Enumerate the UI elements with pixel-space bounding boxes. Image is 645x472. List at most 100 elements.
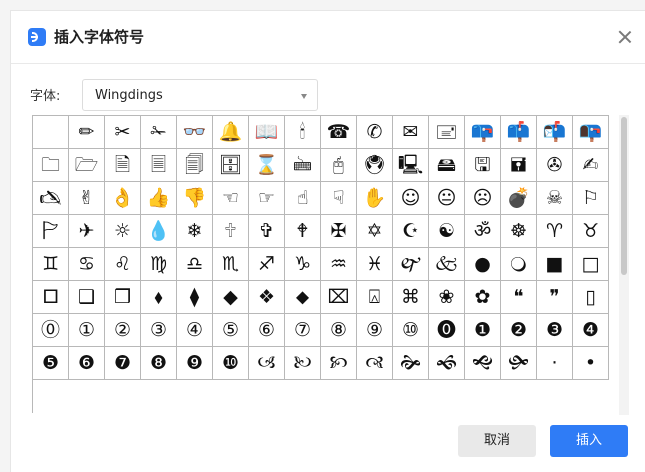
symbol-cell[interactable]: ⑧ xyxy=(321,314,357,347)
symbol-cell[interactable]: ❾ xyxy=(177,347,213,380)
symbol-cell[interactable]: ♎ xyxy=(177,248,213,281)
symbol-cell[interactable]: ♓ xyxy=(357,248,393,281)
symbol-cell[interactable]: ⑨ xyxy=(357,314,393,347)
symbol-cell[interactable]: □ xyxy=(573,248,609,281)
symbol-cell[interactable]: 🙣 xyxy=(357,347,393,380)
symbol-cell[interactable]: ✋ xyxy=(357,182,393,215)
symbol-cell[interactable]: ♉ xyxy=(573,215,609,248)
symbol-cell[interactable]: ✉ xyxy=(393,116,429,149)
symbol-cell[interactable]: ✍ xyxy=(573,149,609,182)
close-icon[interactable] xyxy=(615,27,635,47)
symbol-cell[interactable]: 🖎 xyxy=(33,182,69,215)
symbol-cell[interactable]: ♌ xyxy=(105,248,141,281)
symbol-cell[interactable]: ♋ xyxy=(69,248,105,281)
symbol-cell[interactable]: ☝ xyxy=(285,182,321,215)
symbol-cell[interactable]: ◆ xyxy=(213,281,249,314)
symbol-cell[interactable]: ☹ xyxy=(465,182,501,215)
symbol-cell[interactable]: 🏱 xyxy=(33,215,69,248)
symbol-cell[interactable]: 🙵 xyxy=(429,248,465,281)
symbol-cell[interactable]: ✇ xyxy=(537,149,573,182)
symbol-cell[interactable]: ⌛ xyxy=(249,149,285,182)
symbol-cell[interactable]: ② xyxy=(105,314,141,347)
symbol-cell[interactable]: 🕯 xyxy=(285,116,321,149)
symbol-cell[interactable]: ⑦ xyxy=(285,314,321,347)
symbol-cell[interactable]: ❽ xyxy=(141,347,177,380)
symbol-cell[interactable]: ❻ xyxy=(69,347,105,380)
symbol-cell[interactable]: 🖳 xyxy=(393,149,429,182)
symbol-cell[interactable]: ✿ xyxy=(465,281,501,314)
symbol-cell[interactable] xyxy=(33,116,69,149)
symbol-cell[interactable]: 🕆 xyxy=(213,215,249,248)
symbol-cell[interactable]: ♈ xyxy=(537,215,573,248)
symbol-cell[interactable]: 🙜 xyxy=(429,347,465,380)
symbol-cell[interactable]: 🙢 xyxy=(249,347,285,380)
symbol-cell[interactable]: 🖬 xyxy=(501,149,537,182)
symbol-cell[interactable]: ☠ xyxy=(537,182,573,215)
symbol-cell[interactable]: 📖 xyxy=(249,116,285,149)
symbol-cell[interactable]: 🗐 xyxy=(177,149,213,182)
symbol-cell[interactable]: ☼ xyxy=(105,215,141,248)
symbol-cell[interactable]: 🔾 xyxy=(501,248,537,281)
symbol-cell[interactable]: 🕈 xyxy=(285,215,321,248)
cancel-button[interactable]: 取消 xyxy=(458,425,536,457)
symbol-cell[interactable]: ⓿ xyxy=(429,314,465,347)
symbol-cell[interactable]: 🙡 xyxy=(321,347,357,380)
symbol-cell[interactable]: ☺ xyxy=(393,182,429,215)
symbol-cell[interactable]: 🗎 xyxy=(105,149,141,182)
symbol-cell[interactable]: ⑥ xyxy=(249,314,285,347)
symbol-cell[interactable]: ♒ xyxy=(321,248,357,281)
symbol-cell[interactable]: ❿ xyxy=(213,347,249,380)
symbol-cell[interactable]: ♑ xyxy=(285,248,321,281)
symbol-cell[interactable]: ☜ xyxy=(213,182,249,215)
symbol-cell[interactable]: 🖫 xyxy=(465,149,501,182)
symbol-cell[interactable]: ❝ xyxy=(501,281,537,314)
symbol-cell[interactable]: 🖴 xyxy=(429,149,465,182)
symbol-cell[interactable]: ❑ xyxy=(69,281,105,314)
symbol-cell[interactable]: ☯ xyxy=(429,215,465,248)
symbol-cell[interactable]: ☪ xyxy=(393,215,429,248)
symbol-cell[interactable]: 💧 xyxy=(141,215,177,248)
symbol-cell[interactable]: 📫 xyxy=(501,116,537,149)
symbol-cell[interactable]: ♊ xyxy=(33,248,69,281)
symbol-cell[interactable]: ☸ xyxy=(501,215,537,248)
symbol-cell[interactable]: ❹ xyxy=(573,314,609,347)
symbol-cell[interactable]: ■ xyxy=(537,248,573,281)
symbol-cell[interactable]: ☟ xyxy=(321,182,357,215)
symbol-cell[interactable]: ❶ xyxy=(465,314,501,347)
symbol-cell[interactable]: • xyxy=(573,347,609,380)
symbol-cell[interactable]: 📭 xyxy=(573,116,609,149)
symbol-cell[interactable]: ⍓ xyxy=(357,281,393,314)
symbol-cell[interactable]: 👓 xyxy=(177,116,213,149)
symbol-cell[interactable]: 🗄 xyxy=(213,149,249,182)
insert-button[interactable]: 插入 xyxy=(550,425,628,457)
symbol-cell[interactable]: ❸ xyxy=(537,314,573,347)
symbol-cell[interactable]: ✈ xyxy=(69,215,105,248)
symbol-cell[interactable]: 🞐 xyxy=(33,281,69,314)
symbol-cell[interactable]: 🖃 xyxy=(429,116,465,149)
symbol-cell[interactable]: ✞ xyxy=(249,215,285,248)
symbol-cell[interactable]: ✏ xyxy=(69,116,105,149)
symbol-cell[interactable]: ❼ xyxy=(105,347,141,380)
symbol-cell[interactable]: ⚐ xyxy=(573,182,609,215)
symbol-cell[interactable]: ॐ xyxy=(465,215,501,248)
symbol-cell[interactable]: 🙞 xyxy=(393,347,429,380)
symbol-cell[interactable]: 💣 xyxy=(501,182,537,215)
scrollbar-thumb[interactable] xyxy=(621,117,627,275)
symbol-cell[interactable]: ⑤ xyxy=(213,314,249,347)
symbol-cell[interactable]: 🙝 xyxy=(465,347,501,380)
symbol-cell[interactable]: ✁ xyxy=(141,116,177,149)
symbol-cell[interactable]: ☎ xyxy=(321,116,357,149)
symbol-cell[interactable]: 📪 xyxy=(465,116,501,149)
symbol-cell[interactable]: ③ xyxy=(141,314,177,347)
symbol-cell[interactable]: 🙠 xyxy=(285,347,321,380)
symbol-cell[interactable]: ❀ xyxy=(429,281,465,314)
symbol-cell[interactable]: 📬 xyxy=(537,116,573,149)
symbol-cell[interactable]: ● xyxy=(465,248,501,281)
symbol-cell[interactable]: ♐ xyxy=(249,248,285,281)
symbol-cell[interactable]: ♍ xyxy=(141,248,177,281)
symbol-cell[interactable]: 🖮 xyxy=(285,149,321,182)
symbol-cell[interactable]: ❖ xyxy=(249,281,285,314)
symbol-cell[interactable]: ✆ xyxy=(357,116,393,149)
symbol-cell[interactable]: 🙟 xyxy=(501,347,537,380)
symbol-cell[interactable]: ④ xyxy=(177,314,213,347)
